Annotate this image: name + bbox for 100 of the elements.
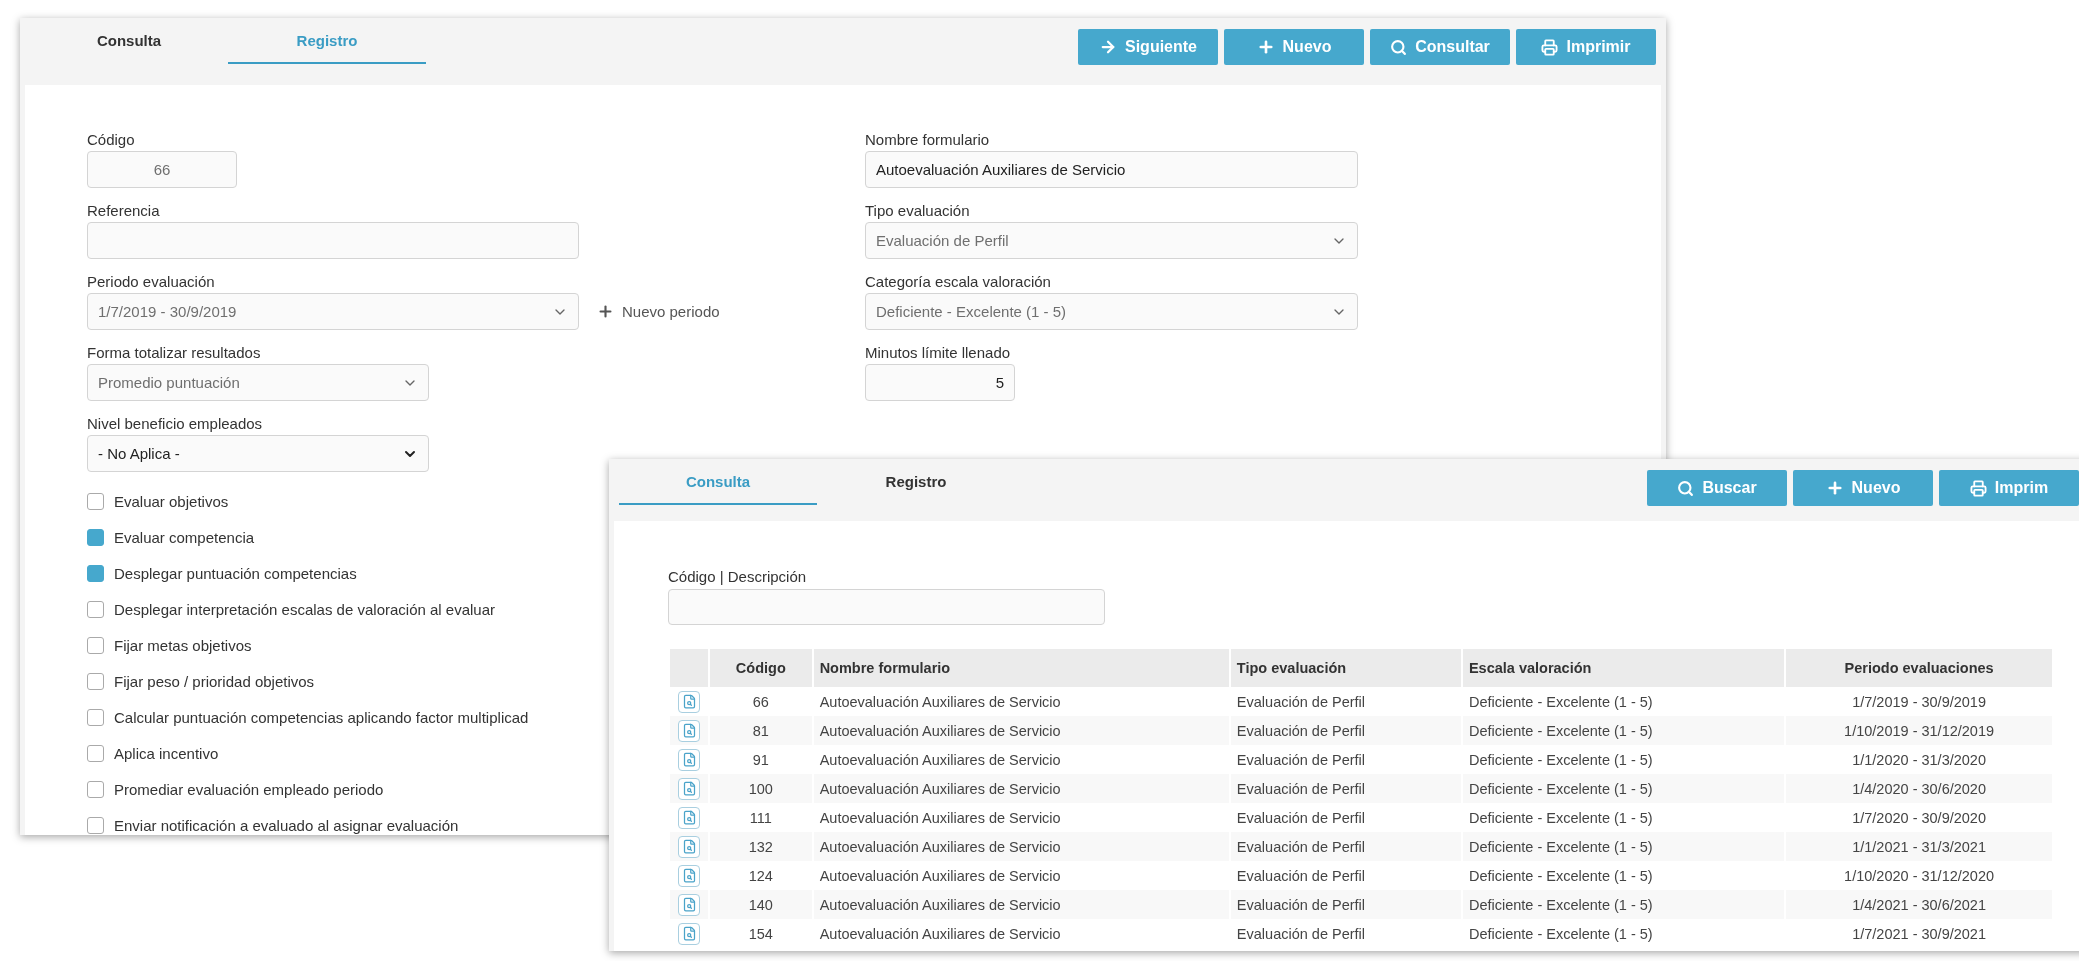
checkbox[interactable] <box>87 672 104 690</box>
table-cell-text: 1/4/2021 - 30/6/2021 <box>1851 895 1987 915</box>
table-cell-text: 91 <box>751 750 770 770</box>
checkbox-text: Evaluar competencia <box>114 528 255 546</box>
column-header: Periodo evaluaciones <box>1786 649 2052 687</box>
checkbox-label[interactable]: Calcular puntuación competencias aplicando factor multiplicad <box>87 706 529 728</box>
view-record-button[interactable] <box>678 777 700 800</box>
checkbox-label[interactable]: Desplegar puntuación competencias <box>87 562 357 584</box>
checkbox-text: Fijar peso / prioridad objetivos <box>114 672 315 690</box>
checkbox[interactable] <box>87 564 104 582</box>
field-label: Referencia <box>87 201 161 221</box>
table-cell-text: Evaluación de Perfil <box>1235 779 1367 799</box>
table-cell-text: Autoevaluación Auxiliares de Servicio <box>818 895 1062 915</box>
checkbox-label[interactable]: Aplica incentivo <box>87 742 219 764</box>
input-field[interactable]: Autoevaluación Auxiliares de Servicio <box>865 151 1358 188</box>
table-cell-text: Autoevaluación Auxiliares de Servicio <box>818 866 1062 886</box>
table-cell-text: Autoevaluación Auxiliares de Servicio <box>818 808 1062 828</box>
table-cell-text: Deficiente - Excelente (1 - 5) <box>1467 721 1654 741</box>
table-cell-text: Evaluación de Perfil <box>1235 721 1367 741</box>
view-record-button[interactable] <box>678 835 700 858</box>
table-cell-text: Autoevaluación Auxiliares de Servicio <box>818 837 1062 857</box>
search-icon <box>1677 479 1695 497</box>
view-record-button[interactable] <box>678 748 700 771</box>
arrow-right-icon <box>1099 38 1117 56</box>
checkbox-label[interactable]: Fijar metas objetivos <box>87 634 252 656</box>
printer-icon <box>1969 479 1987 497</box>
checkbox-text: Enviar notificación a evaluado al asignar evaluación <box>114 816 459 834</box>
table-cell-text: 1/7/2019 - 30/9/2019 <box>1851 692 1987 712</box>
checkbox-text: Desplegar interpretación escalas de valoración al evaluar <box>114 600 496 618</box>
table-cell-text: 140 <box>747 895 774 915</box>
column-header: Escala valoración <box>1462 649 1785 687</box>
printer-icon <box>1541 38 1559 56</box>
checkbox-label[interactable]: Desplegar interpretación escalas de valoración al evaluar <box>87 598 496 620</box>
checkbox[interactable] <box>87 636 104 654</box>
document-search-icon <box>681 723 697 738</box>
table-cell-text: Deficiente - Excelente (1 - 5) <box>1467 808 1654 828</box>
checkbox[interactable] <box>87 600 104 618</box>
field-label: Tipo evaluación <box>865 201 971 221</box>
checkbox[interactable] <box>87 528 104 546</box>
checkbox-label[interactable]: Promediar evaluación empleado periodo <box>87 778 384 800</box>
column-header: Tipo evaluación <box>1230 649 1461 687</box>
search-field[interactable] <box>668 589 1105 625</box>
input-field[interactable]: 5 <box>865 364 1015 401</box>
document-search-icon <box>681 781 697 796</box>
checkbox-label[interactable]: Fijar peso / prioridad objetivos <box>87 670 315 692</box>
checkbox-label[interactable]: Evaluar objetivos <box>87 490 229 512</box>
search-icon <box>1390 38 1408 56</box>
table-cell-text: Evaluación de Perfil <box>1235 837 1367 857</box>
input-field[interactable] <box>87 222 579 259</box>
table-cell-text: Evaluación de Perfil <box>1235 866 1367 886</box>
view-record-button[interactable] <box>678 893 700 916</box>
table-cell-text: Deficiente - Excelente (1 - 5) <box>1467 692 1654 712</box>
select-field[interactable]: - No Aplica - <box>87 435 429 472</box>
table-cell-text: 1/10/2019 - 31/12/2019 <box>1843 721 1996 741</box>
table-cell-text: Autoevaluación Auxiliares de Servicio <box>818 692 1062 712</box>
table-cell-text: 111 <box>748 808 773 828</box>
field-label: Nivel beneficio empleados <box>87 414 264 434</box>
tab[interactable]: Consulta <box>30 18 228 64</box>
view-record-button[interactable] <box>678 690 700 713</box>
field-label: Forma totalizar resultados <box>87 343 262 363</box>
field-label: Nombre formulario <box>865 130 991 150</box>
plus-icon <box>597 303 614 320</box>
table-cell-text: Deficiente - Excelente (1 - 5) <box>1467 924 1654 944</box>
table-cell-text: 154 <box>747 924 774 944</box>
table-cell-text: Deficiente - Excelente (1 - 5) <box>1467 750 1654 770</box>
checkbox[interactable] <box>87 708 104 726</box>
table-cell-text: Evaluación de Perfil <box>1235 808 1367 828</box>
column-header: Nombre formulario <box>813 649 1229 687</box>
document-search-icon <box>681 839 697 854</box>
field-label: Categoría escala valoración <box>865 272 1052 292</box>
table-cell-text: Evaluación de Perfil <box>1235 750 1367 770</box>
table-cell-text: 100 <box>747 779 774 799</box>
checkbox[interactable] <box>87 744 104 762</box>
table-cell-text: 1/7/2020 - 30/9/2020 <box>1851 808 1987 828</box>
table-cell-text: 124 <box>747 866 774 886</box>
view-record-button[interactable] <box>678 806 700 829</box>
document-search-icon <box>681 694 697 709</box>
checkbox-text: Promediar evaluación empleado periodo <box>114 780 384 798</box>
document-search-icon <box>681 897 697 912</box>
view-record-button[interactable] <box>678 864 700 887</box>
table-cell-text: Deficiente - Excelente (1 - 5) <box>1467 837 1654 857</box>
table-cell-text: 66 <box>751 692 770 712</box>
checkbox[interactable] <box>87 780 104 798</box>
checkbox-text: Evaluar objetivos <box>114 492 229 510</box>
tab[interactable]: Registro <box>817 459 1015 505</box>
table-cell-text: 132 <box>747 837 774 857</box>
table-cell-text: 1/7/2021 - 30/9/2021 <box>1851 924 1987 944</box>
checkbox-label[interactable]: Evaluar competencia <box>87 526 255 548</box>
document-search-icon <box>681 810 697 825</box>
table-cell-text: 1/4/2020 - 30/6/2020 <box>1851 779 1987 799</box>
field-label: Periodo evaluación <box>87 272 216 292</box>
table-cell-text: Evaluación de Perfil <box>1235 924 1367 944</box>
table-cell-text: 81 <box>751 721 770 741</box>
table-cell-text: 1/10/2020 - 31/12/2020 <box>1843 866 1996 886</box>
checkbox[interactable] <box>87 492 104 510</box>
document-search-icon <box>681 926 697 941</box>
checkbox[interactable] <box>87 816 104 834</box>
view-record-button[interactable] <box>678 719 700 742</box>
view-record-button[interactable] <box>678 922 700 945</box>
checkbox-label[interactable]: Enviar notificación a evaluado al asignar evaluación <box>87 814 459 835</box>
